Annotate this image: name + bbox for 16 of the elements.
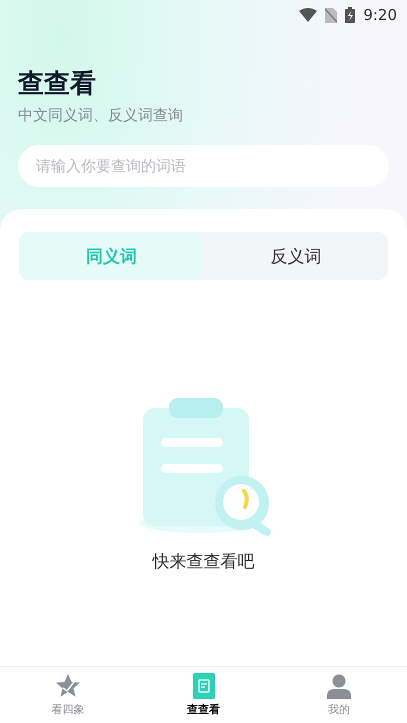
book-icon (192, 673, 214, 699)
nav-item[interactable]: 看四象 (0, 667, 136, 723)
wifi-icon (299, 8, 318, 22)
tab[interactable]: 反义词 (204, 232, 388, 280)
search-field[interactable]: 请输入你要查询的词语 (18, 145, 389, 187)
page-title: 查查看 (18, 68, 97, 100)
page-subtitle: 中文同义词、反义词查询 (18, 106, 184, 125)
empty-message: 快来查查看吧 (152, 551, 254, 573)
battery-icon (345, 7, 356, 23)
person-icon (326, 673, 352, 699)
status-time: 9:20 (363, 6, 397, 24)
tab[interactable]: 同义词 (19, 232, 204, 280)
star-icon (54, 673, 81, 699)
nav-item[interactable]: 查查看 (136, 667, 272, 723)
no-sim-icon (325, 8, 338, 22)
nav-item[interactable]: 我的 (271, 667, 407, 723)
